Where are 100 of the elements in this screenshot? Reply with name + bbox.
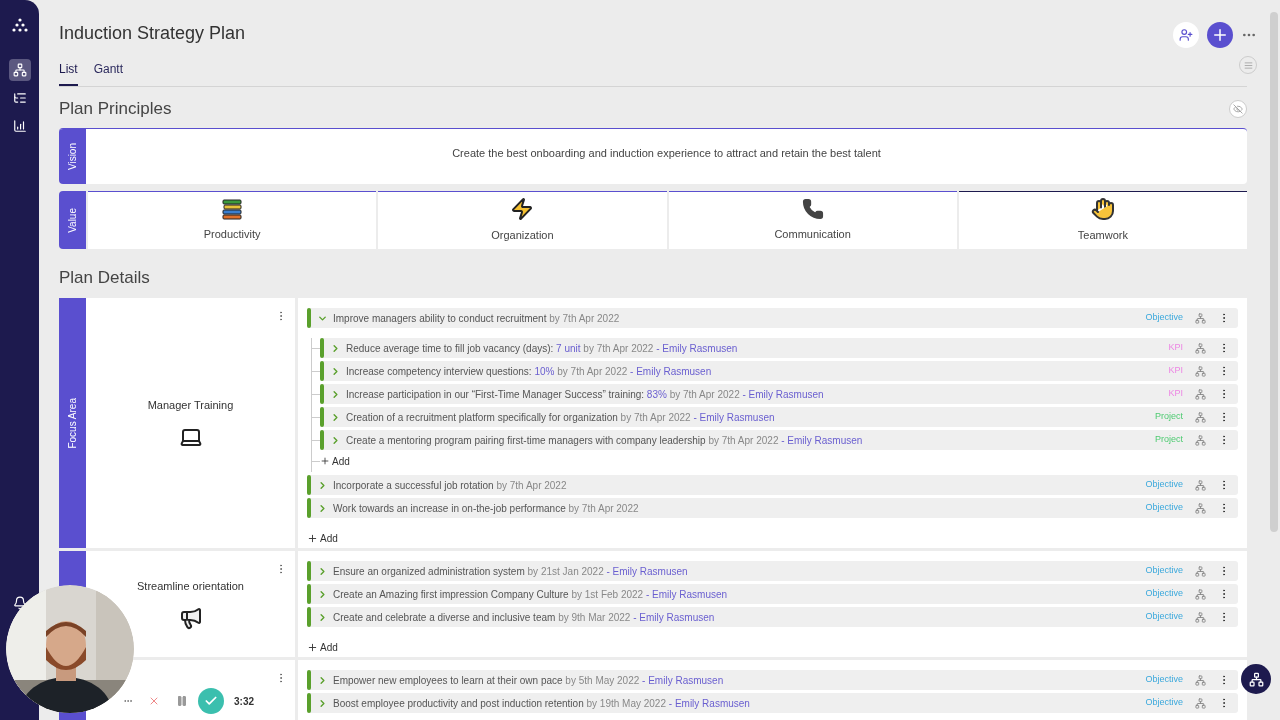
hierarchy-icon[interactable] [1195,502,1206,514]
nav-button[interactable] [8,59,31,81]
item-text: Improve managers ability to conduct recruitment by 7th Apr 2022 [333,311,620,326]
value-name: Communication [774,227,851,243]
item-row[interactable]: Improve managers ability to conduct recruitment by 7th Apr 2022 Objective [307,308,1238,328]
item-row[interactable]: Reduce average time to fill job vacancy (days): 7 unit by 7th Apr 2022 - Emily Rasmusen KPI [320,338,1238,358]
focus-area-name: Streamline orientation [137,578,244,594]
hide-button[interactable] [1229,100,1247,118]
item-row[interactable]: Increase participation in our “First-Time Manager Success” training: 83% by 7th Apr 2022 - Emily Rasmusen KPI [320,384,1238,404]
add-button[interactable]: Add [307,640,338,655]
bell-icon[interactable] [12,596,27,610]
status-bar [307,584,311,604]
hierarchy-icon[interactable] [1195,588,1206,600]
add-member-button[interactable] [1173,22,1199,48]
hierarchy-icon[interactable] [1195,565,1206,577]
add-button[interactable]: Add [320,453,350,469]
owner-link[interactable]: - Emily Rasmusen [693,411,775,423]
item-text: Empower new employees to learn at their own pace by 5th May 2022 - Emily Rasmusen [333,673,724,688]
item-row[interactable]: Create a mentoring program pairing first-time managers with company leadership by 7th Apr 2022 - Emily Rasmusen Project [320,430,1238,450]
add-user-icon [1179,28,1193,42]
type-label: KPI [1168,387,1183,401]
plus-icon [307,533,318,544]
status-bar [320,384,324,404]
focus-area-label: Focus Area [66,397,79,449]
tab[interactable]: Gantt [93,60,124,86]
vision-text: Create the best onboarding and induction experience to attract and retain the best talent [452,146,881,162]
owner-link[interactable]: - Emily Rasmusen [642,674,724,686]
add-button[interactable]: Add [307,531,338,546]
list-icon [12,91,27,105]
item-row[interactable]: Work towards an increase in on-the-job performance by 7th Apr 2022 Objective [307,498,1238,518]
hierarchy-icon[interactable] [1195,411,1206,423]
hierarchy-icon[interactable] [1195,365,1206,377]
hierarchy-icon[interactable] [1195,342,1206,354]
value-name: Teamwork [1077,228,1128,244]
hierarchy-icon[interactable] [1195,697,1206,709]
owner-link[interactable]: - Emily Rasmusen [645,588,728,600]
status-bar [320,407,324,427]
owner-link[interactable]: - Emily Rasmusen [668,697,750,709]
owner-link[interactable]: - Emily Rasmusen [656,342,738,354]
network-icon [1248,671,1264,687]
org-chart-button[interactable] [1241,664,1271,694]
item-text: Increase participation in our “First-Time Manager Success” training: 83% by 7th Apr 2022 - Emily Rasmusen [346,387,824,402]
type-label: Project [1155,433,1183,447]
status-bar [320,361,324,381]
hierarchy-icon[interactable] [1195,611,1206,623]
hierarchy-icon[interactable] [1195,312,1206,324]
vision-label: Vision [66,143,79,171]
value-label: Value [66,207,79,233]
item-row[interactable]: Incorporate a successful job rotation by 7th Apr 2022 Objective [307,475,1238,495]
type-label: Objective [1145,673,1183,687]
page-title: Induction Strategy Plan [59,22,246,44]
item-row[interactable]: Ensure an organized administration system by 21st Jan 2022 - Emily Rasmusen Objective [307,561,1238,581]
plus-icon [307,642,318,653]
status-bar [307,670,311,690]
status-bar [307,498,311,518]
network-icon [12,63,27,77]
item-text: Reduce average time to fill job vacancy (days): 7 unit by 7th Apr 2022 - Emily Rasmusen [346,341,738,356]
pause-icon [176,695,188,707]
item-row[interactable]: Increase competency interview questions: 10% by 7th Apr 2022 - Emily Rasmusen KPI [320,361,1238,381]
item-row[interactable]: Create an Amazing first impression Company Culture by 1st Feb 2022 - Emily Rasmusen Objective [307,584,1238,604]
item-row[interactable]: Create and celebrate a diverse and inclusive team by 9th Mar 2022 - Emily Rasmusen Objective [307,607,1238,627]
focus-area-name: Manager Training [147,397,234,413]
owner-link[interactable]: - Emily Rasmusen [742,388,824,400]
status-bar [320,430,324,450]
owner-link[interactable]: - Emily Rasmusen [606,565,688,577]
type-label: Objective [1145,587,1183,601]
logo-icon [11,18,28,32]
section-heading: Plan Principles [59,98,172,121]
tab[interactable]: List [59,60,78,86]
status-bar [307,693,311,713]
status-bar [307,607,311,627]
item-row[interactable]: Empower new employees to learn at their own pace by 5th May 2022 - Emily Rasmusen Objective [307,670,1238,690]
chart-icon [12,119,27,133]
hierarchy-icon[interactable] [1195,388,1206,400]
value-name: Organization [491,228,554,244]
type-label: KPI [1168,341,1183,355]
item-text: Incorporate a successful job rotation by 7th Apr 2022 [333,478,567,493]
item-row[interactable]: Boost employee productivity and post induction retention by 19th May 2022 - Emily Rasmusen Objective [307,693,1238,713]
owner-link[interactable]: - Emily Rasmusen [781,434,863,446]
item-text: Create an Amazing first impression Company Culture by 1st Feb 2022 - Emily Rasmusen [333,587,728,602]
item-text: Creation of a recruitment platform specifically for organization by 7th Apr 2022 - Emily Rasmusen [346,410,775,425]
type-label: Objective [1145,610,1183,624]
item-text: Work towards an increase in on-the-job performance by 7th Apr 2022 [333,501,639,516]
type-label: Objective [1145,501,1183,515]
owner-link[interactable]: - Emily Rasmusen [633,611,715,623]
check-icon [204,694,218,708]
megaphone-icon [178,606,203,631]
status-bar [307,561,311,581]
type-label: Objective [1145,478,1183,492]
owner-link[interactable]: - Emily Rasmusen [630,365,712,377]
item-text: Create a mentoring program pairing first-time managers with company leadership by 7th Apr 2022 - Emily Rasmusen [346,433,863,448]
item-text: Ensure an organized administration system by 21st Jan 2022 - Emily Rasmusen [333,564,688,579]
add-button[interactable] [1207,22,1233,48]
type-label: Project [1155,410,1183,424]
status-bar [307,308,311,328]
hierarchy-icon[interactable] [1195,479,1206,491]
hierarchy-icon[interactable] [1195,434,1206,446]
hierarchy-icon[interactable] [1195,674,1206,686]
item-row[interactable]: Creation of a recruitment platform specifically for organization by 7th Apr 2022 - Emily Rasmusen Project [320,407,1238,427]
item-text: Boost employee productivity and post induction retention by 19th May 2022 - Emily Rasmusen [333,696,750,711]
